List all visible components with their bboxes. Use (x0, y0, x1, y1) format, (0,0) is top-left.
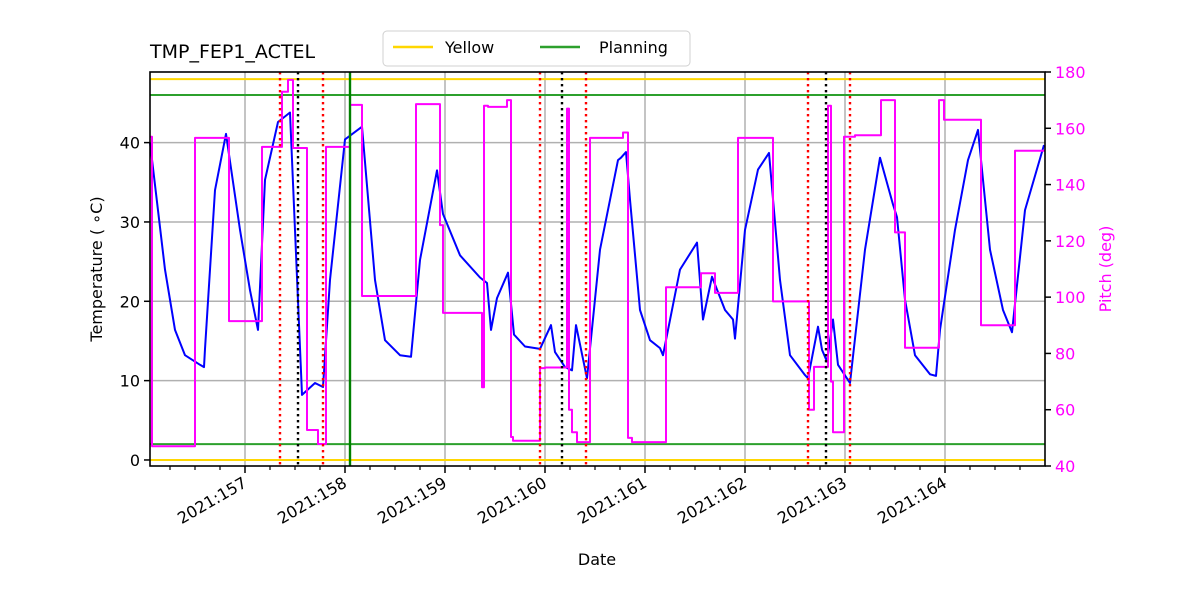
y-tick-label: 10 (120, 372, 140, 391)
y-axis-left: 0 10 20 30 40 (120, 134, 150, 470)
y-tick-label: 0 (130, 451, 140, 470)
y-axis-right: 40 60 80 100 120 140 160 180 (1045, 63, 1086, 476)
x-axis-label: Date (578, 550, 616, 569)
y-tick-label: 40 (120, 134, 140, 153)
y2-tick-label: 80 (1055, 344, 1075, 363)
y-tick-label: 20 (120, 292, 140, 311)
y-tick-label: 30 (120, 213, 140, 232)
y2-tick-label: 40 (1055, 457, 1075, 476)
y-axis-label: Temperature ( ∘C) (87, 196, 106, 342)
y2-tick-label: 140 (1055, 176, 1086, 195)
series-line-pitch (150, 78, 1045, 448)
y2-tick-label: 100 (1055, 288, 1086, 307)
series-line-tmp-fep1-actel (149, 111, 1045, 396)
chart-svg: 2021:157 2021:158 2021:159 2021:160 2021:161… (87, 30, 1115, 569)
vertical-markers (278, 72, 852, 466)
x-tick-label: 2021:164 (874, 473, 950, 528)
legend-label-yellow: Yellow (444, 38, 494, 57)
chart-title: TMP_FEP1_ACTEL (149, 41, 315, 63)
y2-tick-label: 120 (1055, 232, 1086, 251)
y2-tick-label: 160 (1055, 119, 1086, 138)
legend-label-planning: Planning (599, 38, 668, 57)
x-tick-label: 2021:162 (674, 473, 750, 528)
x-tick-label: 2021:160 (474, 473, 550, 528)
x-tick-label: 2021:163 (774, 473, 850, 528)
x-tick-label: 2021:158 (274, 473, 350, 528)
legend: Yellow Planning (382, 30, 691, 67)
x-axis: 2021:157 2021:158 2021:159 2021:160 2021:161… (169, 466, 1021, 528)
x-tick-label: 2021:159 (374, 473, 450, 528)
y2-tick-label: 180 (1055, 63, 1086, 82)
y2-tick-label: 60 (1055, 401, 1075, 420)
x-tick-label: 2021:157 (174, 473, 250, 528)
series (149, 78, 1045, 448)
y2-axis-label: Pitch (deg) (1096, 226, 1115, 313)
x-tick-label: 2021:161 (574, 473, 650, 528)
